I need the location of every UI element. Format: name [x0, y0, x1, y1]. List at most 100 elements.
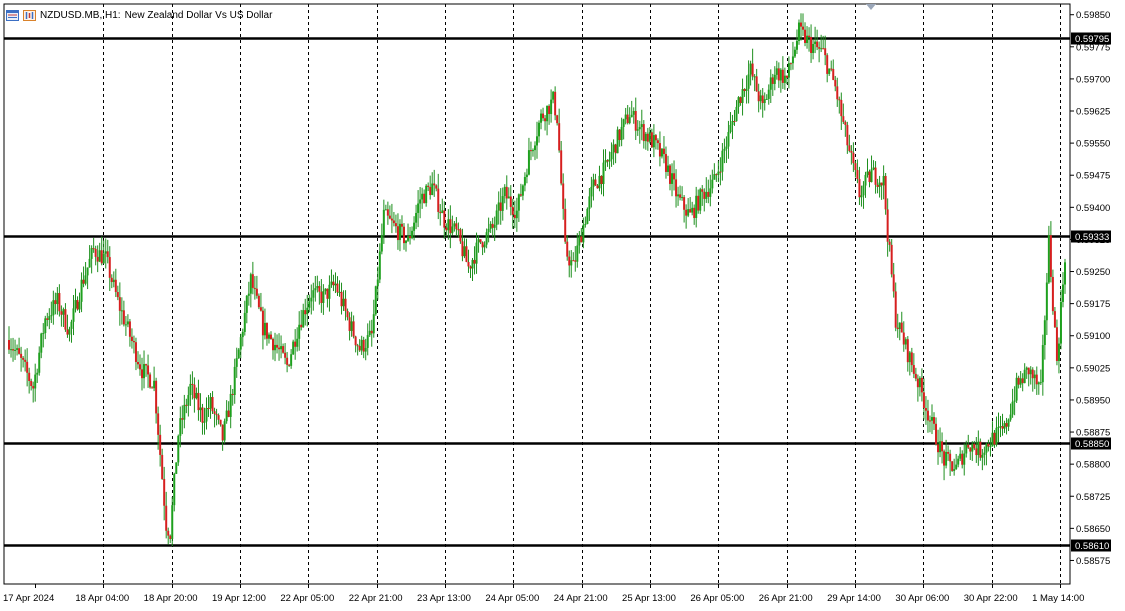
candle-bull [759, 95, 762, 102]
candle-bear [108, 257, 111, 278]
candle-bear [163, 478, 166, 506]
candle-bear [394, 223, 397, 227]
candle-bull [717, 171, 720, 175]
candle-bull [1045, 282, 1048, 321]
candle-bear [499, 202, 502, 211]
y-tick-label: 0.58725 [1076, 492, 1110, 503]
candle-bull [820, 48, 823, 50]
candle-bull [247, 293, 250, 296]
candle-bear [876, 184, 879, 187]
candle-bear [834, 79, 837, 87]
candle-bear [455, 223, 458, 230]
x-tick-label: 23 Apr 13:00 [417, 593, 471, 604]
candle-bull [773, 74, 776, 84]
candle-bear [469, 266, 472, 269]
candle-bull [229, 393, 232, 417]
candle-bull [918, 377, 921, 388]
candle-bull [1059, 301, 1062, 344]
candle-bull [374, 286, 377, 315]
candle-bull [515, 210, 518, 219]
candle-bull [671, 173, 674, 184]
candle-bear [554, 91, 557, 116]
candle-bear [64, 309, 67, 330]
candle-bear [118, 297, 121, 311]
candle-bull [709, 188, 712, 197]
candle-bear [20, 353, 23, 358]
candle-bull [695, 195, 698, 218]
candle-bull [797, 22, 800, 41]
candle-bull [48, 316, 51, 320]
candle-bear [491, 223, 494, 228]
candle-bear [282, 346, 285, 353]
candle-bull [753, 76, 756, 78]
candle-bear [505, 186, 508, 199]
candle-bull [350, 321, 353, 331]
candle-bull [308, 301, 311, 308]
candle-bear [193, 384, 196, 399]
candle-bull [274, 344, 277, 351]
candle-bull [628, 117, 631, 124]
candle-bull [769, 77, 772, 90]
candle-bear [513, 214, 516, 219]
candle-bear [529, 150, 532, 152]
x-tick-label: 30 Apr 06:00 [895, 593, 949, 604]
candle-bull [721, 150, 724, 172]
candle-bear [943, 451, 946, 466]
candle-bear [941, 441, 944, 452]
candle-bull [86, 267, 89, 276]
candle-bull [398, 223, 401, 241]
candle-bear [642, 124, 645, 142]
candle-bear [132, 341, 135, 343]
candle-bear [169, 535, 172, 539]
candle-bear [336, 283, 339, 293]
candle-bull [485, 232, 488, 245]
candle-bull [342, 298, 345, 307]
candle-bull [42, 333, 45, 335]
candle-bull [540, 113, 543, 123]
candle-bull [126, 321, 129, 325]
candle-bear [358, 345, 361, 351]
candle-bull [957, 458, 960, 465]
candle-bull [983, 452, 986, 455]
candle-bull [380, 235, 383, 252]
candle-bear [781, 69, 784, 83]
candle-bull [939, 441, 942, 453]
candle-bear [634, 110, 637, 131]
candle-bull [864, 174, 867, 186]
candle-bull [588, 196, 591, 209]
candle-bull [1007, 419, 1010, 427]
candle-bear [935, 423, 938, 445]
candlestick-chart[interactable]: 17 Apr 2024 18 Apr 04:00 18 Apr 20:00 19 Ap… [0, 0, 1125, 611]
candle-bear [276, 344, 279, 348]
candle-bull [372, 314, 375, 334]
candle-bear [832, 68, 835, 80]
candle-bear [427, 185, 430, 187]
candle-bull [1061, 284, 1064, 302]
candle-bear [566, 241, 569, 257]
candle-bull [322, 291, 325, 303]
candle-bull [999, 426, 1002, 428]
candle-bear [402, 226, 405, 244]
candle-bull [779, 69, 782, 81]
candle-bear [390, 218, 393, 221]
candle-bear [161, 454, 164, 479]
x-tick-label: 29 Apr 14:00 [827, 593, 881, 604]
candle-bull [989, 446, 992, 448]
candle-bear [854, 163, 857, 171]
candle-bull [616, 129, 619, 154]
candle-bull [195, 392, 198, 399]
candle-bull [68, 328, 71, 335]
candle-bear [157, 413, 160, 435]
candle-bear [920, 377, 923, 393]
candle-bull [584, 223, 587, 225]
candle-bull [582, 224, 585, 243]
candle-bull [431, 183, 434, 195]
candle-bull [411, 230, 414, 239]
candle-bear [227, 410, 230, 417]
candle-bear [138, 364, 141, 370]
candle-bear [60, 311, 63, 315]
candle-bull [930, 417, 933, 421]
candle-bear [100, 250, 103, 264]
candle-bear [789, 63, 792, 65]
candle-bear [810, 36, 813, 53]
